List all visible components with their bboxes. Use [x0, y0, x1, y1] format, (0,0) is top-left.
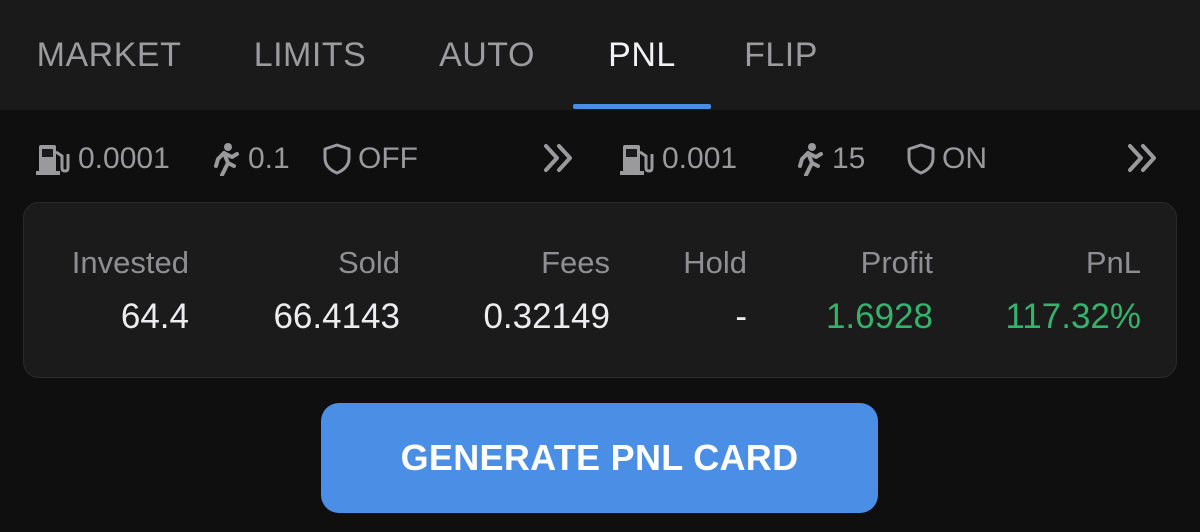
tab-market[interactable]: MARKET	[30, 0, 188, 110]
active-tab-indicator	[573, 104, 711, 109]
buy-protection-setting[interactable]: OFF	[322, 132, 418, 186]
buy-slippage-setting[interactable]: 0.1	[210, 132, 290, 186]
buy-slippage-value: 0.1	[248, 142, 290, 175]
buy-gas-setting[interactable]: 0.0001	[36, 132, 170, 186]
tab-auto[interactable]: AUTO	[430, 0, 544, 110]
sell-gas-value: 0.001	[662, 142, 738, 175]
sell-gas-setting[interactable]: 0.001	[620, 132, 737, 186]
fees-value: 0.32149	[483, 297, 610, 336]
tab-bar: MARKET LIMITS AUTO PNL FLIP	[0, 0, 1200, 110]
hold-header: Hold	[683, 245, 747, 280]
pnl-panel: MARKET LIMITS AUTO PNL FLIP 0.0001 0.1 O…	[0, 0, 1200, 532]
pnl-value: 117.32%	[1005, 297, 1141, 336]
invested-value: 64.4	[120, 297, 189, 336]
double-chevron-right-icon[interactable]	[542, 138, 576, 183]
double-chevron-right-icon[interactable]	[1126, 138, 1160, 183]
sell-slippage-value: 15	[832, 142, 866, 175]
gas-pump-icon	[36, 142, 72, 176]
tab-limits[interactable]: LIMITS	[245, 0, 375, 110]
hold-value: -	[735, 297, 747, 336]
settings-row: 0.0001 0.1 OFF 0.001 15 ON	[0, 132, 1200, 186]
sold-header: Sold	[337, 245, 400, 280]
shield-icon	[906, 142, 936, 176]
profit-value: 1.6928	[825, 297, 933, 336]
generate-pnl-card-button[interactable]: GENERATE PNL CARD	[321, 403, 878, 513]
pnl-header: PnL	[1085, 245, 1141, 280]
tab-pnl[interactable]: PNL	[595, 0, 689, 110]
tab-flip[interactable]: FLIP	[735, 0, 827, 110]
buy-gas-value: 0.0001	[78, 142, 170, 175]
buy-protection-value: OFF	[358, 142, 418, 175]
gas-pump-icon	[620, 142, 656, 176]
pnl-stats-card: Invested 64.4 Sold 66.4143 Fees 0.32149 …	[23, 202, 1177, 378]
walking-person-icon	[794, 142, 826, 176]
walking-person-icon	[210, 142, 242, 176]
profit-header: Profit	[860, 245, 933, 280]
sell-protection-setting[interactable]: ON	[906, 132, 987, 186]
sell-slippage-setting[interactable]: 15	[794, 132, 865, 186]
shield-icon	[322, 142, 352, 176]
sell-protection-value: ON	[942, 142, 987, 175]
sold-value: 66.4143	[273, 297, 400, 336]
invested-header: Invested	[71, 245, 189, 280]
fees-header: Fees	[541, 245, 610, 280]
